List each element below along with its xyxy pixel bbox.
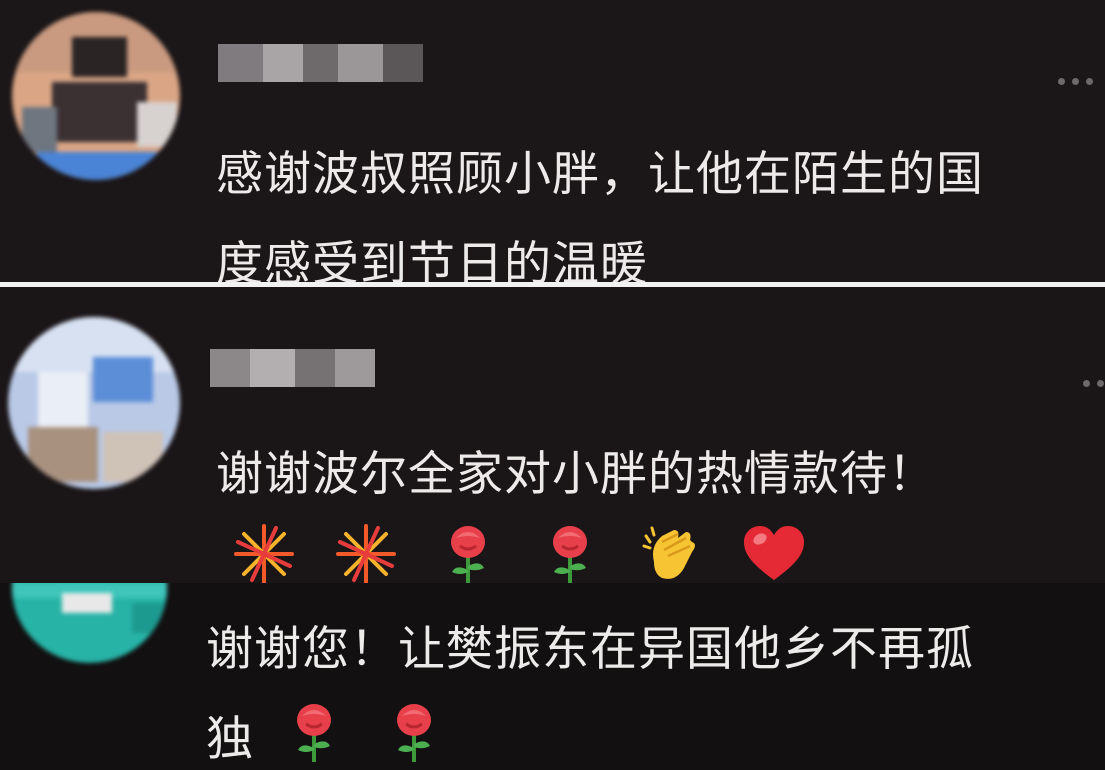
comment-item-1: 感谢波叔照顾小胖，让他在陌生的国 度感受到节日的温暖 bbox=[0, 0, 1105, 282]
comment-text: 谢谢波尔全家对小胖的热情款待！ bbox=[216, 447, 936, 502]
emoji-row bbox=[232, 522, 806, 583]
fireworks-icon bbox=[234, 524, 294, 583]
more-options-icon[interactable] bbox=[1058, 78, 1093, 85]
comment-text-line-1: 感谢波叔照顾小胖，让他在陌生的国 bbox=[216, 147, 984, 202]
avatar[interactable] bbox=[12, 12, 180, 180]
red-heart-icon bbox=[744, 526, 804, 580]
comment-text-line-1: 谢谢您！让樊振东在异国他乡不再孤 bbox=[206, 622, 974, 677]
username-redacted[interactable] bbox=[218, 44, 423, 82]
more-options-icon[interactable] bbox=[1083, 380, 1105, 387]
emoji-row bbox=[282, 700, 446, 764]
comment-item-3: 谢谢您！让樊振东在异国他乡不再孤 独 bbox=[0, 583, 1105, 770]
username-redacted[interactable] bbox=[210, 349, 375, 387]
avatar[interactable] bbox=[12, 583, 167, 663]
comment-text-line-2: 度感受到节日的温暖 bbox=[216, 237, 648, 282]
comment-item-2: 谢谢波尔全家对小胖的热情款待！ bbox=[0, 287, 1105, 583]
avatar[interactable] bbox=[8, 317, 180, 489]
rose-icon bbox=[553, 526, 587, 583]
rose-icon bbox=[397, 704, 431, 762]
rose-icon bbox=[451, 526, 485, 583]
clapping-hands-icon bbox=[642, 526, 695, 579]
fireworks-icon bbox=[336, 524, 396, 583]
comment-text-line-2: 独 bbox=[206, 712, 254, 767]
rose-icon bbox=[297, 704, 331, 762]
